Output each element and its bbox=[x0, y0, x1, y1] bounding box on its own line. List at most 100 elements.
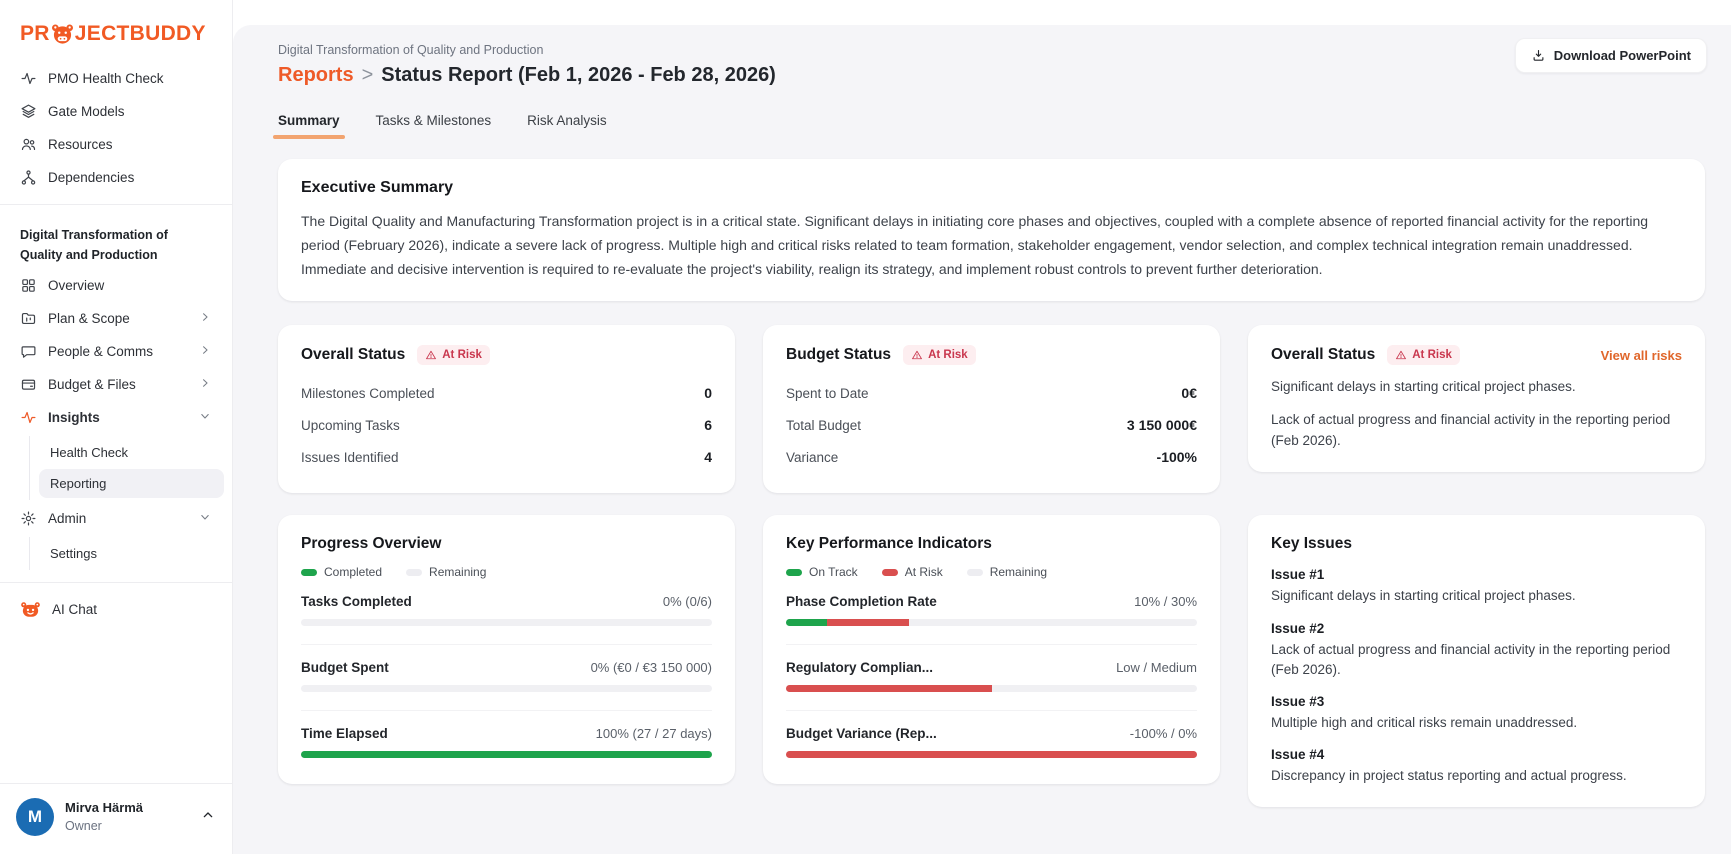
sidebar-divider bbox=[0, 582, 232, 583]
badge-label: At Risk bbox=[1412, 349, 1452, 361]
stat-row: Upcoming Tasks 6 bbox=[301, 409, 712, 441]
stat-row: Variance -100% bbox=[786, 441, 1197, 473]
stat-label: Total Budget bbox=[786, 418, 861, 433]
warning-icon bbox=[1395, 349, 1407, 361]
issue-item: Issue #4 Discrepancy in project status r… bbox=[1271, 747, 1682, 786]
kpi-card: Key Performance Indicators On Track At R… bbox=[763, 515, 1220, 784]
card-title: Key Performance Indicators bbox=[786, 535, 992, 553]
card-title: Progress Overview bbox=[301, 535, 441, 553]
title-separator: > bbox=[362, 64, 374, 86]
progress-value: 100% (27 / 27 days) bbox=[596, 726, 712, 741]
grid-icon bbox=[20, 277, 37, 294]
legend-label: Remaining bbox=[990, 565, 1047, 579]
sidebar-item-label: AI Chat bbox=[52, 602, 97, 617]
tab-risk-analysis[interactable]: Risk Analysis bbox=[527, 113, 607, 139]
kpi-bar bbox=[786, 619, 1197, 626]
legend: On Track At Risk Remaining bbox=[786, 565, 1197, 579]
page-title: Reports > Status Report (Feb 1, 2026 - Feb… bbox=[278, 64, 1705, 87]
card-title: Budget Status bbox=[786, 346, 891, 364]
sidebar-item-label: Overview bbox=[48, 278, 104, 293]
sidebar-item-people-comms[interactable]: People & Comms bbox=[0, 335, 232, 368]
legend-item: Completed bbox=[301, 565, 382, 579]
insights-activity-icon bbox=[20, 409, 37, 426]
sidebar-subitem-health-check[interactable]: Health Check bbox=[39, 438, 224, 467]
tab-bar: Summary Tasks & Milestones Risk Analysis bbox=[278, 113, 1705, 139]
warning-icon bbox=[425, 349, 437, 361]
project-section-title: Digital Transformation of Quality and Pr… bbox=[0, 215, 232, 269]
legend-swatch bbox=[786, 569, 802, 576]
risk-summary-card: Overall Status At Risk View all risks Si… bbox=[1248, 325, 1705, 472]
at-risk-badge: At Risk bbox=[417, 345, 490, 365]
logo-text-post: JECTBUDDY bbox=[75, 22, 206, 46]
legend-item: Remaining bbox=[967, 565, 1047, 579]
download-powerpoint-button[interactable]: Download PowerPoint bbox=[1515, 38, 1707, 73]
logo[interactable]: PR JECTBUDDY bbox=[0, 14, 232, 62]
bar-segment bbox=[827, 619, 909, 626]
progress-label: Time Elapsed bbox=[301, 726, 388, 741]
wallet-icon bbox=[20, 376, 37, 393]
issue-text: Lack of actual progress and financial ac… bbox=[1271, 640, 1682, 681]
bar-segment bbox=[301, 751, 712, 758]
sidebar-subitem-reporting[interactable]: Reporting bbox=[39, 469, 224, 498]
legend-swatch bbox=[406, 569, 422, 576]
legend-label: At Risk bbox=[905, 565, 943, 579]
legend-label: Completed bbox=[324, 565, 382, 579]
legend-item: Remaining bbox=[406, 565, 486, 579]
sidebar-item-overview[interactable]: Overview bbox=[0, 269, 232, 302]
issue-text: Multiple high and critical risks remain … bbox=[1271, 713, 1682, 733]
sidebar-item-pmo-health-check[interactable]: PMO Health Check bbox=[0, 62, 232, 95]
sidebar-item-admin[interactable]: Admin bbox=[0, 502, 232, 535]
sidebar-item-resources[interactable]: Resources bbox=[0, 128, 232, 161]
progress-bar bbox=[301, 619, 712, 626]
report-title: Status Report (Feb 1, 2026 - Feb 28, 202… bbox=[381, 64, 776, 86]
stat-value: 4 bbox=[704, 449, 712, 465]
warning-icon bbox=[911, 349, 923, 361]
kpi-row: Budget Variance (Rep... -100% / 0% bbox=[786, 711, 1197, 764]
tab-summary[interactable]: Summary bbox=[278, 113, 340, 139]
sidebar: PR JECTBUDDY PMO Health Check Gate Model… bbox=[0, 0, 233, 854]
legend-item: On Track bbox=[786, 565, 858, 579]
kpi-value: Low / Medium bbox=[1116, 660, 1197, 675]
issue-title: Issue #4 bbox=[1271, 747, 1682, 762]
chevron-right-icon bbox=[198, 343, 212, 360]
robot-icon bbox=[20, 601, 41, 618]
cards-grid: Overall Status At Risk Milestones Comple… bbox=[278, 325, 1705, 806]
issue-item: Issue #2 Lack of actual progress and fin… bbox=[1271, 621, 1682, 681]
main-area: Download PowerPoint Digital Transformati… bbox=[233, 0, 1731, 854]
logo-bull-icon bbox=[51, 24, 74, 45]
stat-row: Issues Identified 4 bbox=[301, 441, 712, 473]
progress-row: Time Elapsed 100% (27 / 27 days) bbox=[301, 711, 712, 764]
sidebar-item-gate-models[interactable]: Gate Models bbox=[0, 95, 232, 128]
users-icon bbox=[20, 136, 37, 153]
sidebar-subitem-settings[interactable]: Settings bbox=[39, 539, 224, 568]
sidebar-item-label: People & Comms bbox=[48, 344, 153, 359]
sidebar-item-budget-files[interactable]: Budget & Files bbox=[0, 368, 232, 401]
tab-tasks-milestones[interactable]: Tasks & Milestones bbox=[376, 113, 492, 139]
sidebar-item-plan-scope[interactable]: Plan & Scope bbox=[0, 302, 232, 335]
progress-row: Budget Spent 0% (€0 / €3 150 000) bbox=[301, 645, 712, 711]
sidebar-item-ai-chat[interactable]: AI Chat bbox=[0, 593, 232, 626]
kpi-label: Budget Variance (Rep... bbox=[786, 726, 937, 741]
stat-row: Milestones Completed 0 bbox=[301, 377, 712, 409]
legend-label: Remaining bbox=[429, 565, 486, 579]
sidebar-divider bbox=[0, 204, 232, 205]
stat-label: Milestones Completed bbox=[301, 386, 435, 401]
progress-label: Tasks Completed bbox=[301, 594, 412, 609]
card-title: Overall Status bbox=[301, 346, 405, 364]
view-all-risks-link[interactable]: View all risks bbox=[1601, 348, 1682, 363]
user-card[interactable]: M Mirva Härmä Owner bbox=[0, 783, 232, 854]
message-icon bbox=[20, 343, 37, 360]
breadcrumb: Digital Transformation of Quality and Pr… bbox=[278, 43, 1705, 57]
badge-label: At Risk bbox=[928, 349, 968, 361]
activity-icon bbox=[20, 70, 37, 87]
download-button-label: Download PowerPoint bbox=[1554, 48, 1691, 63]
card-title: Key Issues bbox=[1271, 535, 1352, 553]
risk-paragraph: Significant delays in starting critical … bbox=[1271, 377, 1682, 398]
issue-text: Significant delays in starting critical … bbox=[1271, 586, 1682, 606]
legend-label: On Track bbox=[809, 565, 858, 579]
sidebar-item-insights[interactable]: Insights bbox=[0, 401, 232, 434]
sidebar-item-dependencies[interactable]: Dependencies bbox=[0, 161, 232, 194]
logo-text-pre: PR bbox=[20, 22, 50, 46]
reports-link[interactable]: Reports bbox=[278, 64, 354, 86]
at-risk-badge: At Risk bbox=[1387, 345, 1460, 365]
